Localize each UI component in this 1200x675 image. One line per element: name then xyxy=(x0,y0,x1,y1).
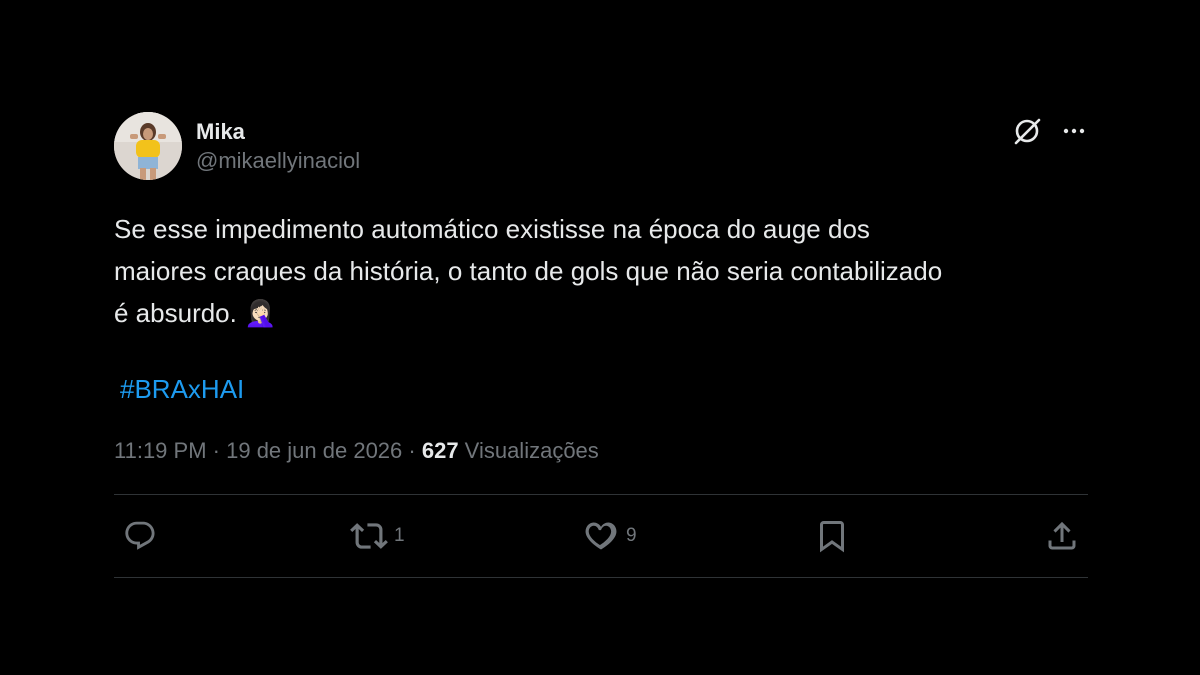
retweet-icon xyxy=(350,523,388,549)
bookmark-button[interactable] xyxy=(814,495,850,577)
meta-separator: · xyxy=(402,438,422,463)
user-handle[interactable]: @mikaellyinaciol xyxy=(196,147,360,175)
more-icon[interactable] xyxy=(1060,117,1088,145)
grok-icon[interactable] xyxy=(1012,116,1042,146)
share-icon xyxy=(1048,521,1076,550)
action-bar: 1 9 xyxy=(114,495,1088,577)
meta-separator: · xyxy=(206,438,227,463)
tweet-text: Se esse impedimento automático existisse… xyxy=(114,214,943,328)
tweet-time[interactable]: 11:19 PM xyxy=(114,434,207,468)
avatar[interactable] xyxy=(114,112,182,180)
like-count: 9 xyxy=(626,525,637,546)
share-button[interactable] xyxy=(1044,495,1080,577)
retweet-button[interactable]: 1 xyxy=(350,495,405,577)
retweet-count: 1 xyxy=(394,525,405,546)
user-info: Mika @mikaellyinaciol xyxy=(196,112,360,175)
tweet-meta: 11:19 PM · 19 de jun de 2026 · 627 Visua… xyxy=(114,434,1088,468)
tweet-date[interactable]: 19 de jun de 2026 xyxy=(226,434,402,468)
like-button[interactable]: 9 xyxy=(582,495,637,577)
tweet-header: Mika @mikaellyinaciol xyxy=(114,112,1088,184)
heart-icon xyxy=(585,522,617,550)
header-actions xyxy=(1012,112,1088,146)
reply-button[interactable] xyxy=(122,495,158,577)
avatar-image xyxy=(114,112,182,180)
reply-icon xyxy=(125,521,155,550)
divider-bottom xyxy=(114,577,1088,578)
display-name[interactable]: Mika xyxy=(196,119,360,145)
hashtag-link[interactable]: #BRAxHAI xyxy=(120,372,244,406)
tweet-card: Mika @mikaellyinaciol Se esse impediment… xyxy=(114,112,1088,578)
views-count[interactable]: 627 xyxy=(422,434,459,468)
views-label: Visualizações xyxy=(458,438,599,463)
bookmark-icon xyxy=(820,521,844,553)
